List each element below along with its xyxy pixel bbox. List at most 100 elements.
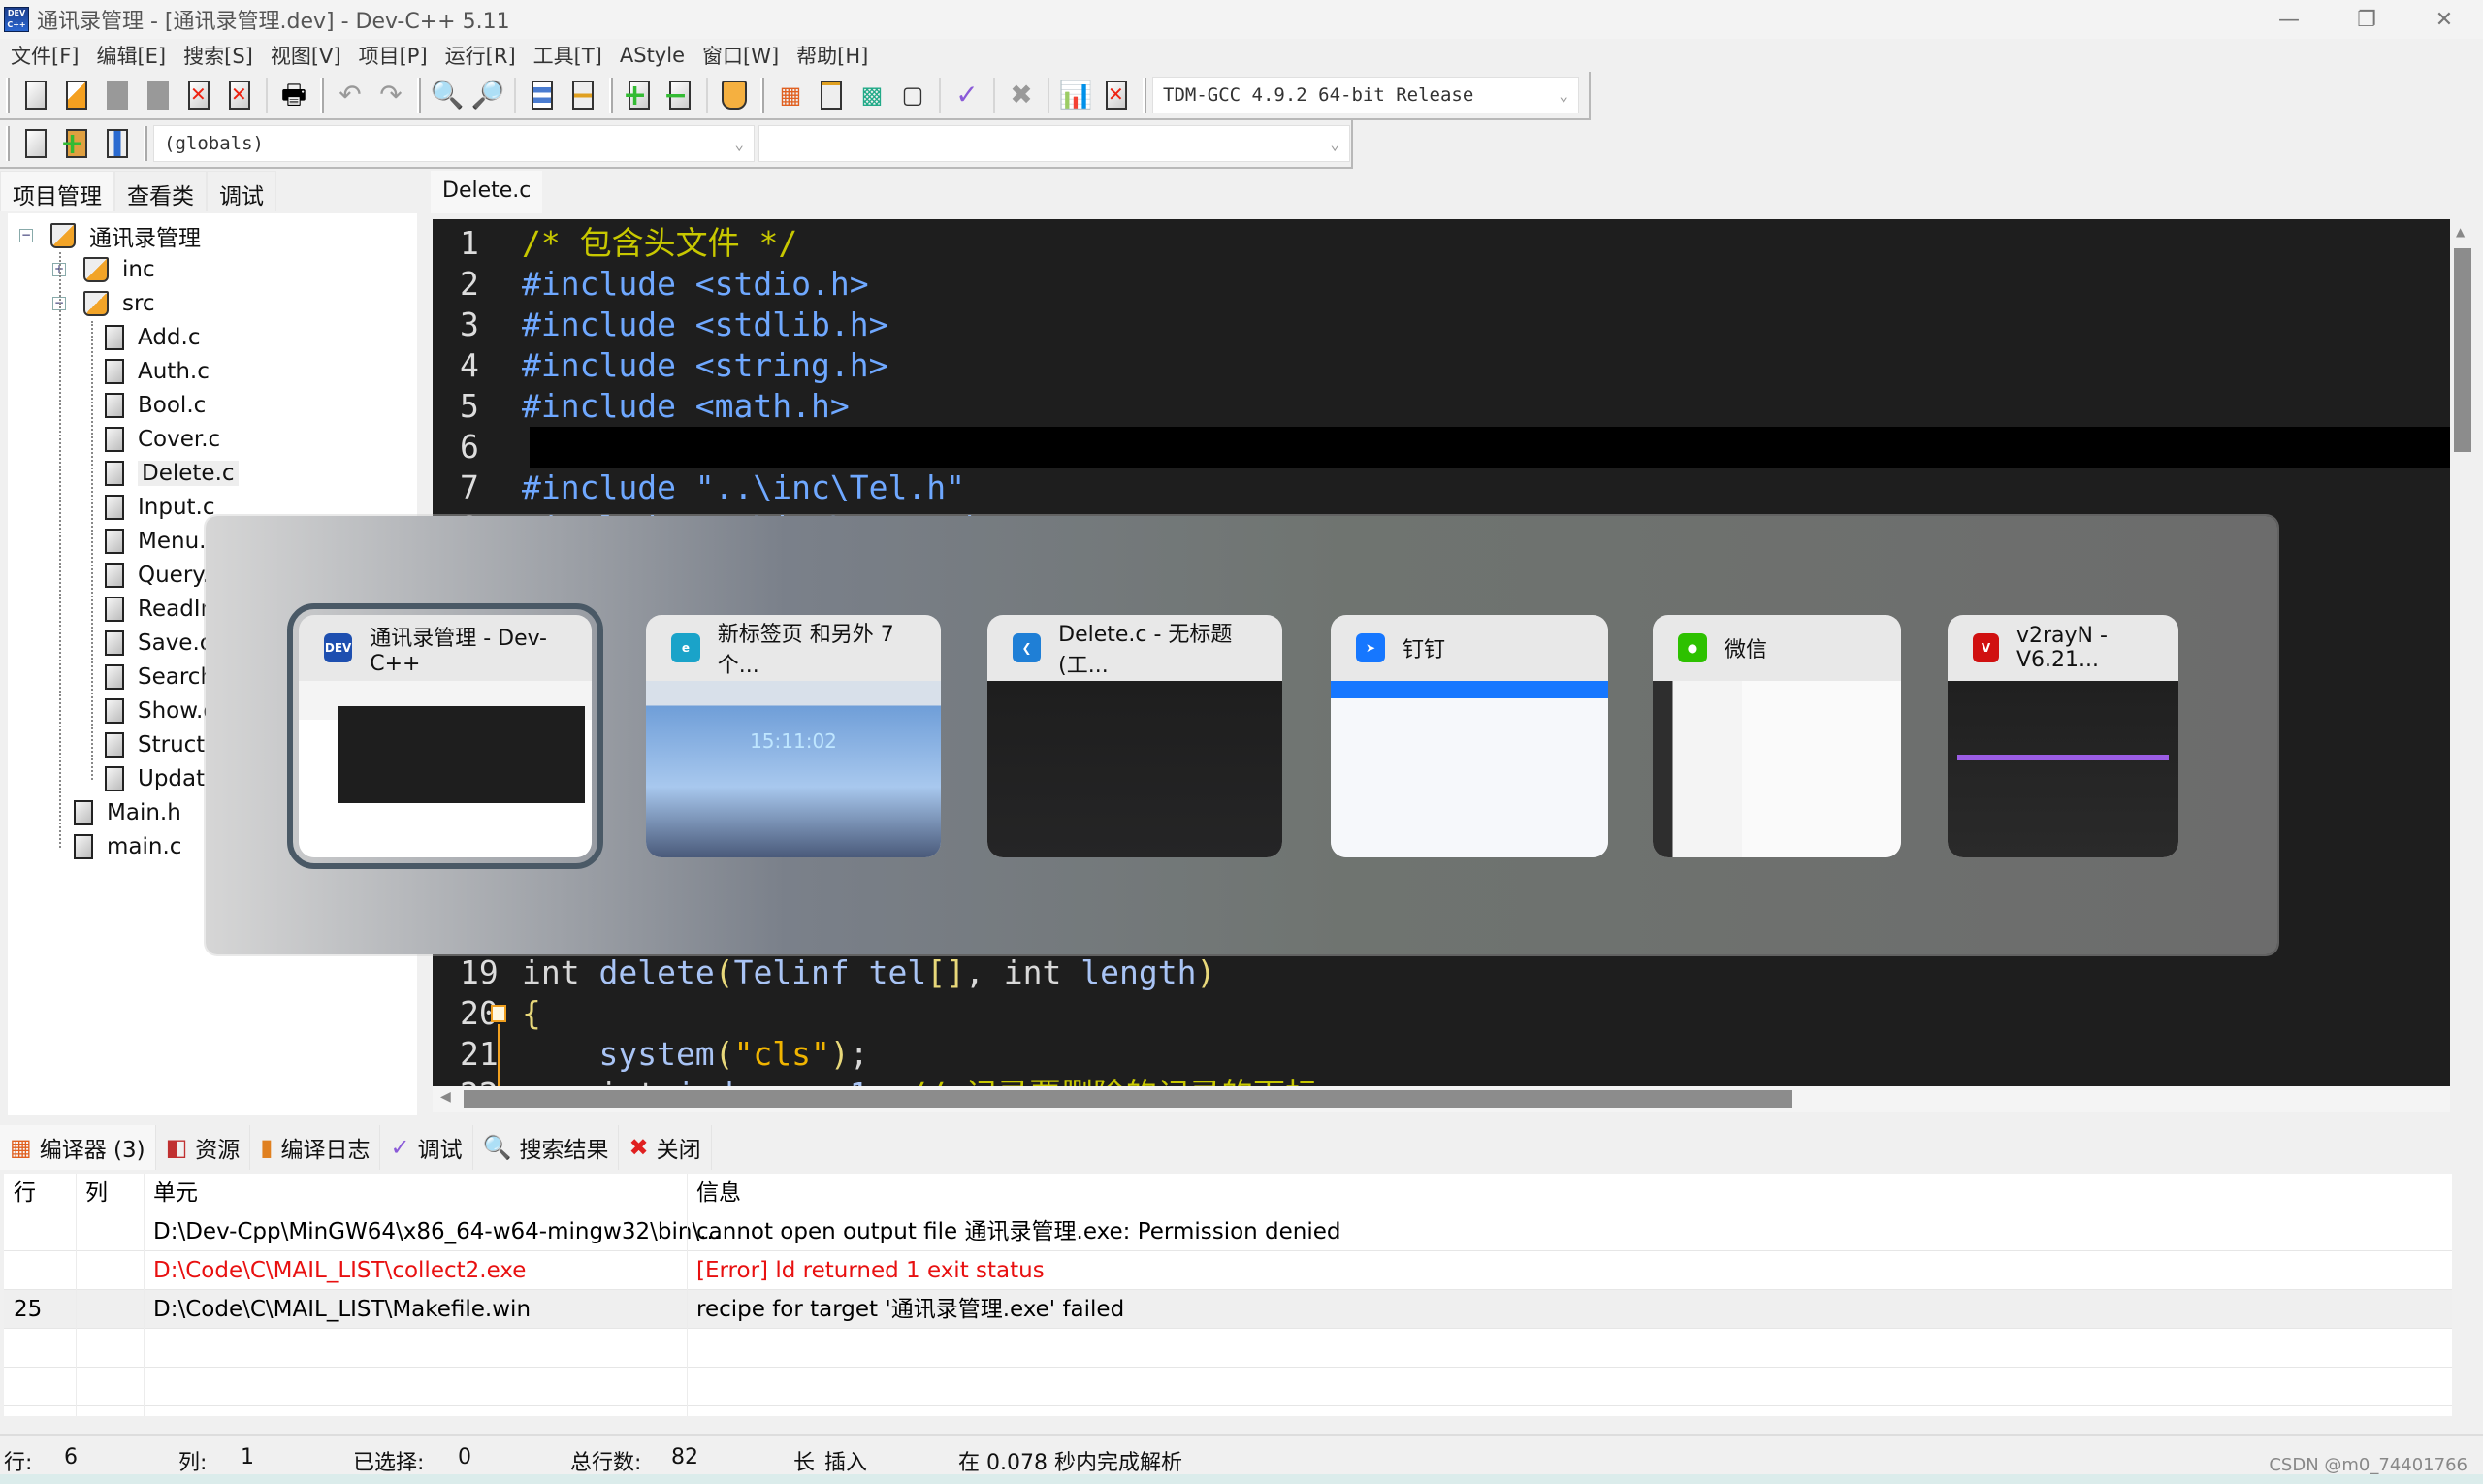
code-line[interactable]: 1 /* 包含头文件 */ [433, 223, 2450, 264]
tree-item-file[interactable]: Show.c [105, 694, 215, 727]
tree-item-file[interactable]: main.c [74, 830, 181, 863]
menu-project[interactable]: 项目[P] [359, 41, 428, 70]
code-line[interactable]: 20 { [433, 993, 2450, 1034]
tree-item-file[interactable]: Menu.c [105, 525, 218, 558]
tab-compiler[interactable]: ▦ 编译器 (3) [0, 1125, 156, 1170]
delete-profile-button[interactable] [1097, 76, 1136, 114]
member-select[interactable]: ⌄ [758, 125, 1350, 162]
tab-classes[interactable]: 查看类 [114, 171, 207, 211]
scroll-left-icon[interactable]: ◀ [440, 1089, 451, 1105]
open-button[interactable] [57, 76, 96, 114]
editor-horizontal-scrollbar[interactable]: ◀ [433, 1086, 2450, 1112]
restore-button[interactable]: ❐ [2328, 0, 2405, 39]
menu-file[interactable]: 文件[F] [11, 41, 79, 70]
menu-window[interactable]: 窗口[W] [702, 41, 779, 70]
editor-tab-delete-c[interactable]: Delete.c [431, 171, 543, 213]
stop-execution-button[interactable]: ✖ [1002, 76, 1041, 114]
add-to-project-button[interactable] [620, 76, 659, 114]
menu-astyle[interactable]: AStyle [620, 44, 685, 67]
scroll-up-icon[interactable]: ▲ [2456, 225, 2465, 239]
menu-run[interactable]: 运行[R] [445, 41, 516, 70]
task-switcher-window[interactable]: ➤ 钉钉 [1331, 615, 1608, 857]
code-line[interactable]: 3 #include <stdlib.h> [433, 305, 2450, 345]
project-options-button[interactable] [715, 76, 754, 114]
table-row[interactable]: 25 D:\Code\C\MAIL_LIST\Makefile.win recipe… [4, 1290, 2452, 1329]
tab-compile-log[interactable]: ▮ 编译日志 [250, 1125, 381, 1170]
tree-item-file[interactable]: Main.h [74, 796, 181, 829]
scrollbar-thumb[interactable] [464, 1090, 1792, 1108]
save-all-button[interactable] [139, 76, 177, 114]
syntax-check-button[interactable]: ✓ [948, 76, 986, 114]
column-header[interactable]: 行 [14, 1174, 36, 1212]
save-button[interactable] [98, 76, 137, 114]
menu-view[interactable]: 视图[V] [271, 41, 341, 70]
task-switcher-window[interactable]: e 新标签页 和另外 7 个... 15:11:02 [646, 615, 941, 857]
tab-debug[interactable]: ✓ 调试 [380, 1125, 473, 1170]
tree-item-file[interactable]: Bool.c [105, 389, 206, 422]
bookmark-button[interactable] [98, 124, 137, 163]
tree-item-file[interactable]: Cover.c [105, 423, 220, 456]
tree-item-file[interactable]: Input.c [105, 491, 215, 524]
code-line[interactable]: 6 [433, 427, 2450, 468]
tree-item-file[interactable]: Save.c [105, 627, 211, 660]
task-switcher-window[interactable]: ● 微信 [1653, 615, 1901, 857]
code-line[interactable]: 2 #include <stdio.h> [433, 264, 2450, 305]
scrollbar-thumb[interactable] [2454, 248, 2471, 452]
code-line[interactable]: 19 int delete(Telinf tel[], int length) [433, 952, 2450, 993]
remove-from-project-button[interactable] [661, 76, 699, 114]
code-line[interactable]: 22 int index = -1; // 记录要删除的记录的下标 [433, 1075, 2450, 1086]
scope-select[interactable]: (globals) ⌄ [153, 125, 755, 162]
tab-search-results[interactable]: 🔍 搜索结果 [473, 1125, 620, 1170]
run-button[interactable] [812, 76, 851, 114]
compiler-select[interactable]: TDM-GCC 4.9.2 64-bit Release ⌄ [1152, 77, 1579, 113]
new-file-button[interactable] [16, 76, 55, 114]
tree-item-folder[interactable]: − src [52, 287, 155, 320]
close-button[interactable]: ✕ [2405, 0, 2483, 39]
fold-toggle-icon[interactable] [491, 1005, 506, 1022]
compile-run-button[interactable]: ▩ [853, 76, 891, 114]
tree-item-root[interactable]: − 通讯录管理 [19, 219, 201, 252]
code-line[interactable]: 4 #include <string.h> [433, 345, 2450, 386]
menu-search[interactable]: 搜索[S] [183, 41, 253, 70]
minimize-button[interactable]: — [2250, 0, 2328, 39]
code-line[interactable]: 5 #include <math.h> [433, 386, 2450, 427]
menu-tools[interactable]: 工具[T] [533, 41, 602, 70]
column-header[interactable]: 信息 [696, 1174, 741, 1212]
tab-debug[interactable]: 调试 [207, 171, 276, 211]
code-line[interactable]: 7 #include "..\inc\Tel.h" [433, 468, 2450, 508]
compile-button[interactable]: ▦ [771, 76, 810, 114]
insert-button[interactable] [16, 124, 55, 163]
redo-button[interactable]: ↷ [371, 76, 410, 114]
goto-line-button[interactable] [564, 76, 602, 114]
menu-help[interactable]: 帮助[H] [796, 41, 868, 70]
toolbar-grip[interactable] [6, 78, 10, 113]
print-button[interactable]: 🖶 [274, 76, 313, 114]
column-header[interactable]: 列 [85, 1174, 108, 1212]
tab-close[interactable]: ✖ 关闭 [619, 1125, 712, 1170]
replace-button[interactable]: 🔎 [468, 76, 507, 114]
task-switcher-window[interactable]: DEV 通讯录管理 - Dev-C++ [287, 603, 603, 869]
tree-item-folder[interactable]: + inc [52, 253, 155, 286]
new-class-button[interactable] [57, 124, 96, 163]
tab-project[interactable]: 项目管理 [0, 171, 114, 211]
task-switcher-window[interactable]: Vv2rayN - V6.21... [1948, 615, 2178, 857]
editor-vertical-scrollbar[interactable]: ▲ [2450, 219, 2475, 1086]
find-button[interactable]: 🔍 [428, 76, 467, 114]
close-all-button[interactable] [220, 76, 259, 114]
table-row[interactable]: D:\Code\C\MAIL_LIST\collect2.exe [Error] … [4, 1251, 2452, 1290]
code-line[interactable]: 21 system("cls"); [433, 1034, 2450, 1075]
rebuild-all-button[interactable]: ▢ [893, 76, 932, 114]
close-file-button[interactable] [179, 76, 218, 114]
undo-button[interactable]: ↶ [331, 76, 370, 114]
indent-button[interactable] [523, 76, 562, 114]
column-header[interactable]: 单元 [153, 1174, 198, 1212]
expander-icon[interactable]: − [19, 229, 33, 242]
tree-item-file[interactable]: Auth.c [105, 355, 210, 388]
menu-edit[interactable]: 编辑[E] [96, 41, 166, 70]
tree-item-file[interactable]: Query.c [105, 559, 222, 592]
table-row[interactable]: D:\Dev-Cpp\MinGW64\x86_64-w64-mingw32\bi… [4, 1212, 2452, 1251]
tab-resources[interactable]: ◧ 资源 [156, 1125, 251, 1170]
profile-button[interactable]: 📊 [1056, 76, 1095, 114]
tree-item-file[interactable]: Delete.c [105, 457, 239, 490]
tree-item-file[interactable]: Add.c [105, 321, 201, 354]
